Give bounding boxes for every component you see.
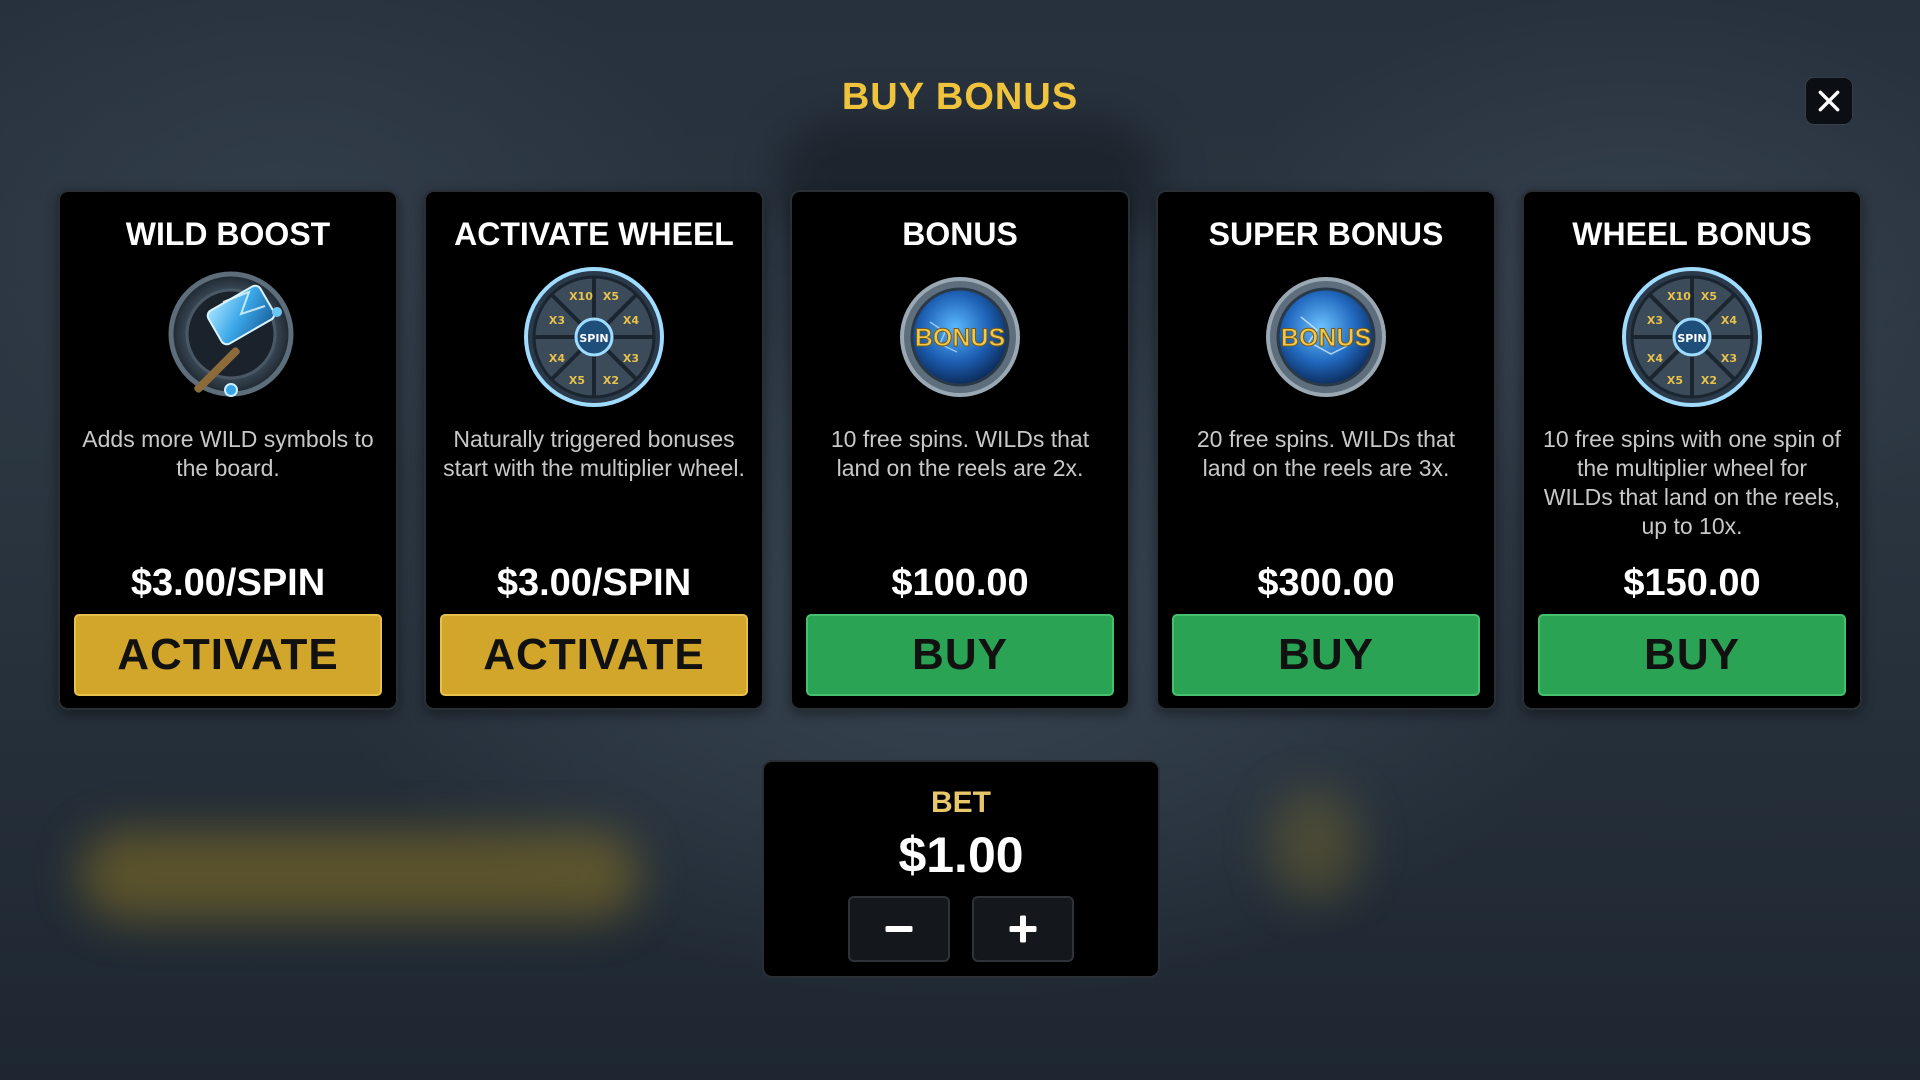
svg-text:X5: X5	[603, 290, 619, 303]
close-button[interactable]	[1806, 78, 1852, 124]
super-bonus-orb-icon: BONUS	[1251, 262, 1401, 412]
bonus-card-activate-wheel: ACTIVATE WHEEL SPIN X10 X5 X4 X3 X2 X5 X4 X3	[424, 190, 764, 710]
svg-text:X4: X4	[623, 314, 639, 327]
svg-text:X10: X10	[1667, 290, 1691, 303]
card-description: 10 free spins. WILDs that land on the re…	[830, 426, 1090, 481]
orb-label: BONUS	[915, 324, 1005, 352]
svg-text:X4: X4	[1721, 314, 1737, 327]
wheel-center-label: SPIN	[579, 332, 608, 345]
bet-value: $1.00	[898, 827, 1024, 883]
card-description: 10 free spins with one spin of the multi…	[1543, 426, 1841, 539]
multiplier-wheel-icon: SPIN X10 X5 X4 X3 X2 X5 X4 X3	[1617, 262, 1767, 412]
svg-text:X4: X4	[1647, 352, 1663, 365]
svg-text:X3: X3	[1721, 352, 1737, 365]
bet-panel: BET $1.00	[762, 760, 1160, 978]
svg-text:X3: X3	[1647, 314, 1663, 327]
buy-super-bonus-button[interactable]: BUY	[1172, 614, 1480, 696]
wheel-center-label: SPIN	[1677, 332, 1706, 345]
bonus-card-wild-boost: WILD BOOST Adds more WILD symbols to the…	[58, 190, 398, 710]
svg-text:X3: X3	[549, 314, 565, 327]
card-price: $150.00	[1623, 562, 1761, 604]
decrease-bet-button[interactable]	[848, 896, 950, 962]
activate-wild-boost-button[interactable]: ACTIVATE	[74, 614, 382, 696]
card-title: ACTIVATE WHEEL	[454, 216, 734, 252]
multiplier-wheel-icon: SPIN X10 X5 X4 X3 X2 X5 X4 X3	[519, 262, 669, 412]
buy-wheel-bonus-button[interactable]: BUY	[1538, 614, 1846, 696]
svg-text:X5: X5	[1701, 290, 1717, 303]
minus-icon	[885, 926, 913, 932]
modal-title: BUY BONUS	[841, 76, 1079, 118]
card-title: WILD BOOST	[125, 216, 331, 252]
bonus-card-bonus: BONUS BONUS 10 free spins. WILDs that la…	[790, 190, 1130, 710]
svg-text:X2: X2	[1701, 374, 1717, 387]
card-description: Naturally triggered bonuses start with t…	[443, 426, 745, 481]
bonus-orb-icon: BONUS	[885, 262, 1035, 412]
card-description: Adds more WILD symbols to the board.	[82, 426, 374, 481]
background-blur-shape	[1270, 790, 1360, 900]
increase-bet-button[interactable]	[972, 896, 1074, 962]
card-price: $100.00	[891, 562, 1029, 604]
hammer-icon	[153, 262, 303, 412]
bonus-card-super-bonus: SUPER BONUS BONUS 20 free spins. WILDs t…	[1156, 190, 1496, 710]
card-price: $3.00/SPIN	[496, 562, 692, 604]
bonus-card-list: WILD BOOST Adds more WILD symbols to the…	[58, 190, 1862, 710]
orb-label: BONUS	[1281, 324, 1371, 352]
card-description: 20 free spins. WILDs that land on the re…	[1196, 426, 1456, 481]
svg-text:X3: X3	[623, 352, 639, 365]
card-price: $3.00/SPIN	[130, 562, 326, 604]
card-title: WHEEL BONUS	[1572, 216, 1812, 252]
buy-bonus-button[interactable]: BUY	[806, 614, 1114, 696]
svg-text:X5: X5	[569, 374, 585, 387]
svg-text:X10: X10	[569, 290, 593, 303]
plus-icon	[1009, 915, 1037, 943]
activate-wheel-button[interactable]: ACTIVATE	[440, 614, 748, 696]
svg-text:X2: X2	[603, 374, 619, 387]
card-title: SUPER BONUS	[1208, 216, 1444, 252]
card-title: BONUS	[902, 216, 1018, 252]
close-icon	[1818, 90, 1840, 112]
bet-label: BET	[931, 786, 991, 819]
svg-text:X4: X4	[549, 352, 565, 365]
svg-text:X5: X5	[1667, 374, 1683, 387]
bonus-card-wheel-bonus: WHEEL BONUS SPIN X10 X5 X4 X3 X2 X5 X4 X3	[1522, 190, 1862, 710]
card-price: $300.00	[1257, 562, 1395, 604]
background-blur-shape	[80, 830, 640, 920]
